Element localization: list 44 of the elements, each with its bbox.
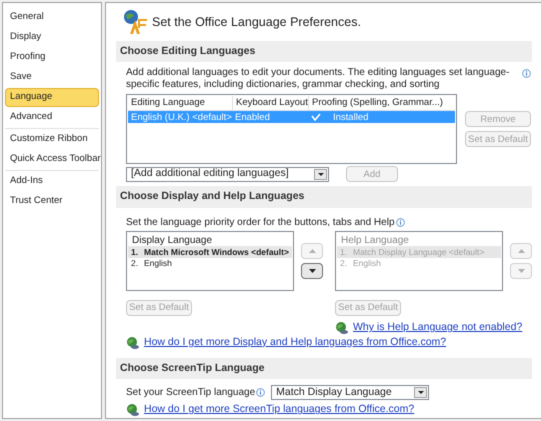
column-header: Keyboard Layout: [232, 96, 308, 110]
down-arrow-icon: [308, 269, 316, 273]
info-icon: [256, 388, 266, 398]
dropdown[interactable]: Match Display Language: [271, 385, 430, 400]
sidebar-item[interactable]: Advanced: [5, 108, 99, 127]
sidebar-item[interactable]: Language: [5, 88, 99, 107]
up-arrow-icon: [518, 249, 524, 253]
help-link[interactable]: How do I get more Display and Help languages from Office.com?: [144, 334, 446, 350]
info-icon: [522, 69, 531, 78]
sidebar-item[interactable]: Add-Ins: [5, 172, 99, 191]
description: Add additional languages to edit your documents. The editing languages set language-specific features, including dictionaries, grammar checking, and sorting: [126, 67, 510, 92]
section-header: Choose ScreenTip Language: [116, 358, 532, 380]
page-title: Set the Office Language Preferences.: [152, 14, 361, 31]
section-header: Choose Editing Languages: [116, 40, 532, 62]
table-cell-text: English (U.K.) <default>: [130, 112, 232, 122]
sidebar-item[interactable]: Trust Center: [5, 192, 99, 211]
globe-icon: [335, 320, 349, 335]
table-cell-text: Enabled: [234, 112, 271, 122]
dropdown-arrow-icon: [418, 391, 424, 394]
info-icon: [396, 218, 405, 227]
sidebar-item[interactable]: Proofing: [5, 48, 99, 67]
sidebar-item[interactable]: General: [5, 8, 99, 27]
column-header: Proofing (Spelling, Grammar...): [308, 96, 455, 110]
section-header: Choose Display and Help Languages: [116, 186, 532, 208]
help-link[interactable]: How do I get more ScreenTip languages from Office.com?: [144, 402, 414, 418]
down-arrow-icon: [518, 269, 524, 273]
globe-icon: [126, 403, 140, 418]
sidebar-item[interactable]: Display: [5, 28, 99, 47]
sidebar-item[interactable]: Customize Ribbon: [5, 130, 99, 149]
dropdown[interactable]: [Add additional editing languages]: [126, 166, 329, 182]
list-item[interactable]: 1. Match Microsoft Windows <default>: [128, 247, 292, 258]
list-item[interactable]: 2. English: [128, 258, 292, 269]
table-cell: Installed: [308, 112, 455, 122]
dropdown-arrow-icon: [318, 172, 324, 176]
up-arrow-icon: [308, 249, 316, 253]
checkmark-icon: [311, 112, 321, 122]
sidebar-item[interactable]: Save: [5, 68, 99, 87]
field-label: Set your ScreenTip language: [126, 386, 256, 400]
globe-icon: [126, 336, 140, 350]
language-globe-icon: [122, 9, 148, 36]
description: Set the language priority order for the buttons, tabs and Help: [126, 216, 395, 230]
move-down-button[interactable]: [301, 263, 323, 279]
sidebar-item[interactable]: Quick Access Toolbar: [5, 150, 99, 169]
column-header: Editing Language: [130, 96, 206, 110]
